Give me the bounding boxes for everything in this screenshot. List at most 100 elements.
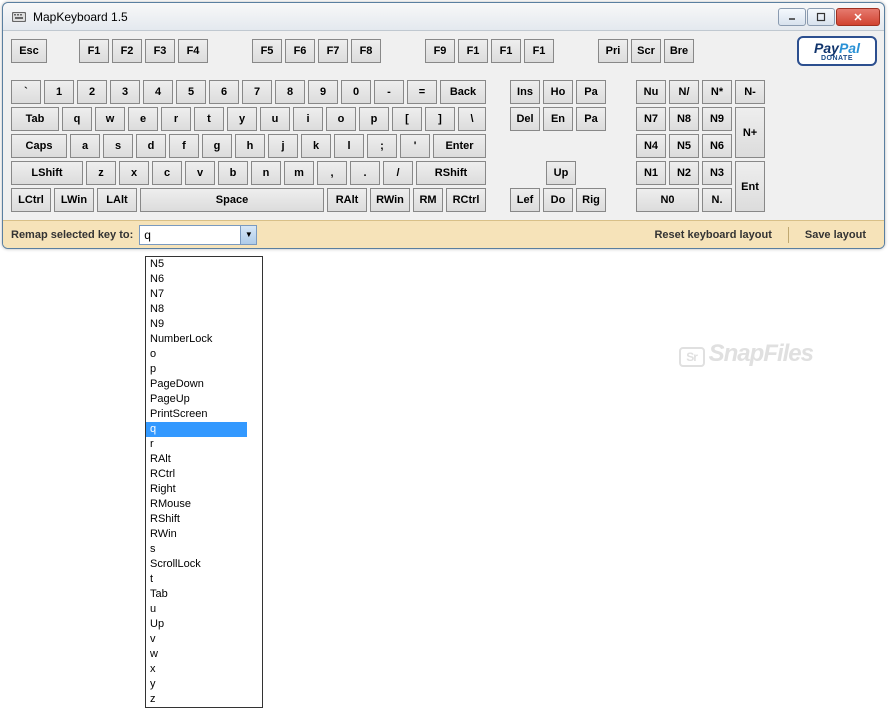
key-h[interactable]: h [235,134,265,158]
key-n9[interactable]: N9 [702,107,732,131]
key-bracket-left[interactable]: [ [392,107,422,131]
key-numlock[interactable]: Nu [636,80,666,104]
dropdown-item[interactable]: v [146,632,247,647]
key-lalt[interactable]: LAlt [97,188,137,212]
key-f2[interactable]: F2 [112,39,142,63]
dropdown-item[interactable]: s [146,542,247,557]
key-n0[interactable]: N0 [636,188,699,212]
key-g[interactable]: g [202,134,232,158]
dropdown-item[interactable]: x [146,662,247,677]
dropdown-item[interactable]: N7 [146,287,247,302]
key-o[interactable]: o [326,107,356,131]
key-a[interactable]: a [70,134,100,158]
key-space[interactable]: Space [140,188,324,212]
dropdown-item[interactable]: PageUp [146,392,247,407]
dropdown-item[interactable]: RCtrl [146,467,247,482]
key-ndivide[interactable]: N/ [669,80,699,104]
key-j[interactable]: j [268,134,298,158]
key-l[interactable]: l [334,134,364,158]
key-f4[interactable]: F4 [178,39,208,63]
key-n7[interactable]: N7 [636,107,666,131]
key-lctrl[interactable]: LCtrl [11,188,51,212]
key-delete[interactable]: Del [510,107,540,131]
key-n1[interactable]: N1 [636,161,666,185]
key-2[interactable]: 2 [77,80,107,104]
key-lwin[interactable]: LWin [54,188,94,212]
dropdown-item[interactable]: q [146,422,247,437]
key-enter[interactable]: Enter [433,134,486,158]
titlebar[interactable]: MapKeyboard 1.5 [3,3,884,31]
key-scrolllock[interactable]: Scr [631,39,661,63]
key-7[interactable]: 7 [242,80,272,104]
dropdown-item[interactable]: PageDown [146,377,247,392]
scrollbar[interactable]: ▲ ▼ [246,707,262,708]
key-0[interactable]: 0 [341,80,371,104]
key-u[interactable]: u [260,107,290,131]
key-n[interactable]: n [251,161,281,185]
key-v[interactable]: v [185,161,215,185]
key-pageup[interactable]: Pa [576,80,606,104]
key-semicolon[interactable]: ; [367,134,397,158]
key-lshift[interactable]: LShift [11,161,83,185]
key-z[interactable]: z [86,161,116,185]
key-ralt[interactable]: RAlt [327,188,367,212]
key-n5[interactable]: N5 [669,134,699,158]
key-f10[interactable]: F1 [458,39,488,63]
key-t[interactable]: t [194,107,224,131]
key-rmenu[interactable]: RM [413,188,443,212]
key-nplus[interactable]: N+ [735,107,765,158]
key-backslash[interactable]: \ [458,107,486,131]
key-k[interactable]: k [301,134,331,158]
key-r[interactable]: r [161,107,191,131]
reset-layout-button[interactable]: Reset keyboard layout [644,229,781,241]
key-9[interactable]: 9 [308,80,338,104]
key-x[interactable]: x [119,161,149,185]
key-f11[interactable]: F1 [491,39,521,63]
key-f6[interactable]: F6 [285,39,315,63]
dropdown-item[interactable]: Up [146,617,247,632]
dropdown-item[interactable]: r [146,437,247,452]
key-left[interactable]: Lef [510,188,540,212]
close-button[interactable] [836,8,880,26]
key-n2[interactable]: N2 [669,161,699,185]
dropdown-item[interactable]: RMouse [146,497,247,512]
dropdown-item[interactable]: u [146,602,247,617]
key-esc[interactable]: Esc [11,39,47,63]
key-1[interactable]: 1 [44,80,74,104]
dropdown-item[interactable]: RShift [146,512,247,527]
key-4[interactable]: 4 [143,80,173,104]
save-layout-button[interactable]: Save layout [795,229,876,241]
key-tab[interactable]: Tab [11,107,59,131]
key-comma[interactable]: , [317,161,347,185]
key-right[interactable]: Rig [576,188,606,212]
key-rshift[interactable]: RShift [416,161,486,185]
key-insert[interactable]: Ins [510,80,540,104]
key-6[interactable]: 6 [209,80,239,104]
key-slash[interactable]: / [383,161,413,185]
key-w[interactable]: w [95,107,125,131]
key-n3[interactable]: N3 [702,161,732,185]
key-rctrl[interactable]: RCtrl [446,188,486,212]
dropdown-item[interactable]: y [146,677,247,692]
dropdown-item[interactable]: o [146,347,247,362]
key-p[interactable]: p [359,107,389,131]
key-f1[interactable]: F1 [79,39,109,63]
dropdown-item[interactable]: z [146,692,247,707]
key-equals[interactable]: = [407,80,437,104]
dropdown-item[interactable]: Tab [146,587,247,602]
key-down[interactable]: Do [543,188,573,212]
key-nmultiply[interactable]: N* [702,80,732,104]
key-nenter[interactable]: Ent [735,161,765,212]
key-5[interactable]: 5 [176,80,206,104]
key-f[interactable]: f [169,134,199,158]
key-f3[interactable]: F3 [145,39,175,63]
dropdown-item[interactable]: N8 [146,302,247,317]
dropdown-item[interactable]: PrintScreen [146,407,247,422]
key-s[interactable]: s [103,134,133,158]
key-f9[interactable]: F9 [425,39,455,63]
key-f8[interactable]: F8 [351,39,381,63]
maximize-button[interactable] [807,8,835,26]
key-pagedown[interactable]: Pa [576,107,606,131]
key-backtick[interactable]: ` [11,80,41,104]
key-nminus[interactable]: N- [735,80,765,104]
